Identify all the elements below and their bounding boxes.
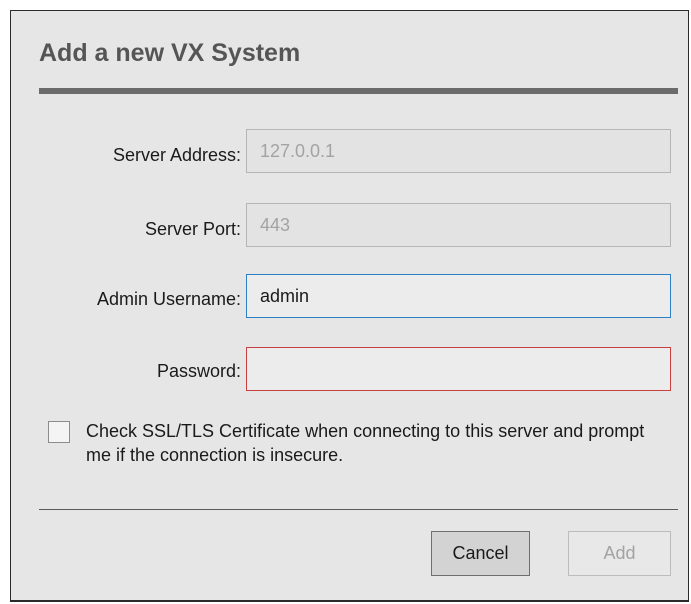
server-port-label: Server Port: bbox=[144, 219, 241, 239]
server-port-input[interactable] bbox=[246, 203, 671, 247]
add-button[interactable]: Add bbox=[568, 531, 671, 576]
cancel-button[interactable]: Cancel bbox=[431, 531, 530, 576]
server-address-input[interactable] bbox=[246, 129, 671, 173]
ssl-check-checkbox[interactable] bbox=[48, 421, 70, 443]
admin-username-input[interactable] bbox=[246, 274, 671, 318]
background-caption-fragment bbox=[0, 0, 691, 10]
password-label: Password: bbox=[156, 361, 241, 381]
title-divider bbox=[39, 88, 678, 94]
password-input[interactable] bbox=[246, 347, 671, 391]
dialog-title: Add a new VX System bbox=[39, 39, 301, 67]
ssl-check-label[interactable]: Check SSL/TLS Certificate when connectin… bbox=[86, 419, 666, 467]
add-vx-system-dialog: Add a new VX System Server Address: Serv… bbox=[10, 10, 689, 602]
admin-username-label: Admin Username: bbox=[96, 289, 241, 309]
server-address-label: Server Address: bbox=[112, 145, 241, 165]
footer-divider bbox=[39, 509, 678, 510]
